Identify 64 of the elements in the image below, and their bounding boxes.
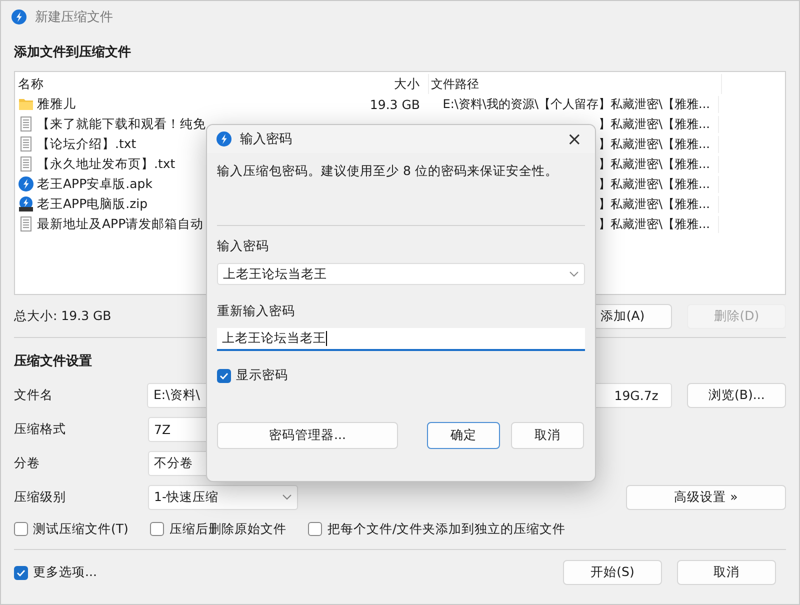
checkbox[interactable] — [308, 522, 322, 536]
dialog-title: 输入密码 — [240, 131, 293, 148]
column-header[interactable]: 名称 — [15, 74, 358, 94]
checkbox[interactable] — [14, 522, 28, 536]
section-heading: 压缩文件设置 — [14, 352, 93, 370]
close-button[interactable]: × — [562, 128, 586, 150]
advanced-settings-button[interactable]: 高级设置 » — [626, 484, 786, 510]
file-path: 】私藏泄密\【雅雅... — [598, 196, 710, 212]
column-header[interactable]: 文件路径 — [429, 74, 722, 94]
checkbox-label[interactable]: 把每个文件/文件夹添加到独立的压缩文件 — [327, 520, 566, 538]
file-name[interactable]: 【来了就能下载和观看！纯免 — [37, 116, 206, 132]
confirm-password-field[interactable]: 上老王论坛当老王 — [217, 328, 585, 351]
file-path: E:\资料\我的资源\【个人留存】私藏泄密\【雅雅... — [442, 96, 710, 112]
file-size: 19.3 GB — [370, 96, 420, 112]
field-label: 文件名 — [14, 386, 54, 404]
password-manager-button[interactable]: 密码管理器... — [217, 422, 398, 449]
field-label: 分卷 — [14, 454, 41, 472]
password-combo-field[interactable]: 上老王论坛当老王 — [217, 263, 585, 285]
checkbox-label[interactable]: 显示密码 — [236, 367, 288, 384]
file-name[interactable]: 老王APP安卓版.apk — [37, 176, 152, 192]
column-header[interactable]: 大小 — [358, 74, 429, 94]
document-icon — [18, 116, 34, 132]
document-icon — [18, 216, 34, 232]
checkbox[interactable] — [14, 566, 28, 580]
cancel-button[interactable]: 取消 — [511, 422, 584, 449]
file-path: 】私藏泄密\【雅雅... — [598, 116, 710, 132]
app-logo-icon — [216, 131, 232, 147]
document-icon — [18, 156, 34, 172]
field-label: 压缩格式 — [14, 420, 67, 438]
window-title: 新建压缩文件 — [35, 9, 113, 26]
file-name[interactable]: 【论坛介绍】.txt — [37, 136, 136, 152]
check-icon — [219, 370, 229, 380]
start-button[interactable]: 开始(S) — [563, 560, 662, 585]
file-name[interactable]: 老王APP电脑版.zip — [37, 196, 148, 212]
chevron-down-icon — [569, 271, 579, 277]
file-path: 】私藏泄密\【雅雅... — [598, 216, 710, 232]
file-path: 】私藏泄密\【雅雅... — [598, 176, 710, 192]
cancel-button[interactable]: 取消 — [677, 560, 776, 585]
app-logo-icon — [11, 9, 27, 25]
browse-button[interactable]: 浏览(B)... — [687, 382, 786, 408]
level-dropdown[interactable]: 1-快速压缩 — [148, 484, 298, 510]
archive-icon — [18, 196, 34, 212]
checkbox[interactable] — [150, 522, 164, 536]
document-icon — [18, 136, 34, 152]
check-icon — [16, 568, 26, 578]
checkbox-label[interactable]: 测试压缩文件(T) — [33, 520, 128, 538]
field-label: 压缩级别 — [14, 488, 67, 506]
field-label: 输入密码 — [217, 238, 270, 255]
app-logo-icon — [18, 176, 34, 192]
section-heading: 添加文件到压缩文件 — [14, 44, 132, 61]
dialog-description: 输入压缩包密码。建议使用至少 8 位的密码来保证安全性。 — [217, 163, 559, 180]
ok-button[interactable]: 确定 — [427, 422, 500, 449]
file-name[interactable]: 最新地址及APP请发邮箱自动 — [37, 216, 204, 232]
file-name[interactable]: 【永久地址发布页】.txt — [37, 156, 176, 172]
file-name[interactable]: 雅雅儿 — [37, 96, 76, 112]
field-label: 重新输入密码 — [217, 303, 296, 320]
checkbox[interactable] — [217, 368, 231, 382]
total-size-text: 总大小: 19.3 GB — [14, 308, 112, 324]
chevron-down-icon — [282, 494, 292, 500]
checkbox-label[interactable]: 更多选项... — [33, 564, 97, 581]
file-path: 】私藏泄密\【雅雅... — [598, 136, 710, 152]
folder-icon — [18, 96, 34, 112]
checkbox-label[interactable]: 压缩后删除原始文件 — [169, 520, 286, 538]
file-path: 】私藏泄密\【雅雅... — [598, 156, 710, 172]
